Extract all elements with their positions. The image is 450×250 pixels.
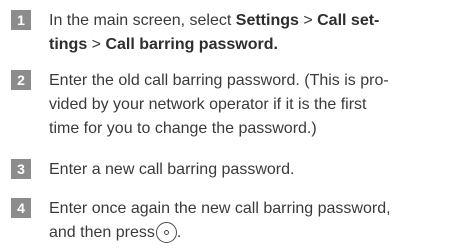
step-text: Enter once again the new call barring pa… [49,200,391,243]
step-text: Enter the old call barring password. (Th… [49,72,389,137]
step-text: In the main screen, select Settings > Ca… [49,12,380,53]
step-number-badge: 1 [11,10,31,30]
step-text: Enter a new call barring password. [49,161,295,178]
ok-key-icon [155,222,177,243]
menu-call-barring-password: Call barring password. [105,36,278,53]
step-number-badge: 2 [11,70,31,90]
instruction-steps: 1 In the main screen, select Settings > … [0,0,450,250]
step-number-badge: 3 [11,159,31,179]
menu-call-settings-part1: Call set- [317,12,380,29]
step-number-badge: 4 [11,198,31,218]
menu-call-settings-part2: tings [49,36,88,53]
menu-settings: Settings [235,12,299,29]
